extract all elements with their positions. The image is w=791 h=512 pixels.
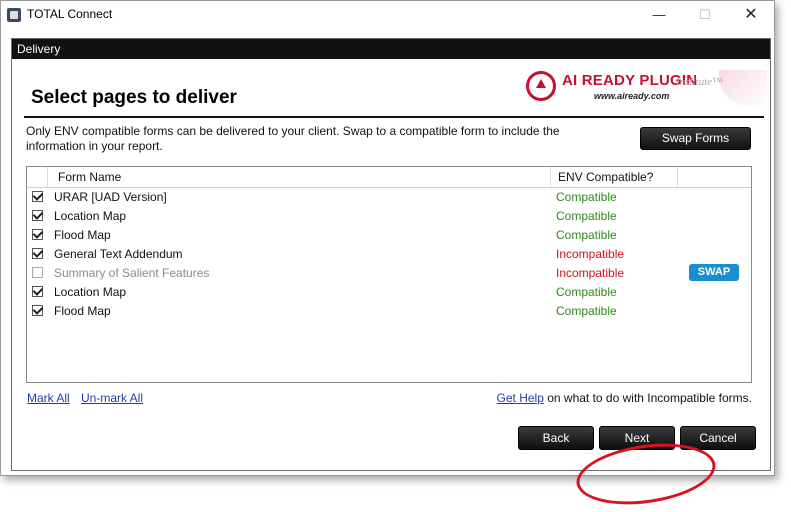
row-status: Incompatible (556, 266, 625, 280)
table-row[interactable]: Location Map Compatible (27, 283, 751, 302)
row-form-name: Location Map (54, 285, 127, 299)
row-form-name: Location Map (54, 209, 127, 223)
table-header: Form Name ENV Compatible? (27, 167, 751, 188)
maximize-icon[interactable]: ☐ (682, 1, 728, 29)
row-checkbox[interactable] (32, 267, 43, 278)
row-status: Compatible (556, 190, 617, 204)
ai-ready-plugin-logo: AI READY PLUGIN www.aiready.com Institut… (524, 70, 767, 106)
row-checkbox[interactable] (32, 210, 43, 221)
table-row[interactable]: General Text Addendum Incompatible (27, 245, 751, 264)
mark-all-link[interactable]: Mark All (27, 391, 70, 405)
appraisal-institute-seal-icon (526, 71, 556, 101)
window-title: TOTAL Connect (27, 7, 113, 21)
swap-button[interactable]: SWAP (689, 264, 739, 281)
row-status: Compatible (556, 304, 617, 318)
table-row[interactable]: Summary of Salient Features Incompatible… (27, 264, 751, 283)
row-checkbox[interactable] (32, 286, 43, 297)
cancel-button[interactable]: Cancel (680, 426, 756, 450)
back-button[interactable]: Back (518, 426, 594, 450)
row-form-name: Flood Map (54, 228, 111, 242)
column-header-env-compatible[interactable]: ENV Compatible? (552, 167, 678, 187)
delivery-dialog: Delivery Select pages to deliver AI READ… (11, 38, 771, 512)
row-checkbox[interactable] (32, 305, 43, 316)
logo-institute-text: Institute™ (676, 76, 723, 88)
info-text: Only ENV compatible forms can be deliver… (26, 124, 560, 153)
row-checkbox[interactable] (32, 229, 43, 240)
help-text: Get Help on what to do with Incompatible… (497, 391, 752, 405)
row-checkbox[interactable] (32, 191, 43, 202)
table-row[interactable]: Location Map Compatible (27, 207, 751, 226)
logo-background (719, 70, 767, 106)
forms-table: Form Name ENV Compatible? URAR [UAD Vers… (26, 166, 752, 383)
table-row[interactable]: Flood Map Compatible (27, 226, 751, 245)
row-form-name: URAR [UAD Version] (54, 190, 167, 204)
title-bar[interactable]: TOTAL Connect — ☐ ✕ (1, 1, 774, 29)
row-status: Compatible (556, 209, 617, 223)
row-status: Incompatible (556, 247, 625, 261)
unmark-all-link[interactable]: Un-mark All (81, 391, 143, 405)
dialog-header: Delivery (12, 39, 770, 59)
table-row[interactable]: URAR [UAD Version] Compatible (27, 188, 751, 207)
next-button[interactable]: Next (599, 426, 675, 450)
minimize-icon[interactable]: — (636, 1, 682, 29)
logo-url-text: www.aiready.com (594, 91, 670, 101)
app-icon (7, 8, 21, 22)
app-window: TOTAL Connect — ☐ ✕ Delivery Select page… (0, 0, 775, 512)
row-status: Compatible (556, 228, 617, 242)
row-form-name: General Text Addendum (54, 247, 183, 261)
get-help-link[interactable]: Get Help (497, 391, 544, 405)
close-icon[interactable]: ✕ (728, 1, 774, 29)
header-divider (24, 116, 764, 118)
row-checkbox[interactable] (32, 248, 43, 259)
swap-forms-button[interactable]: Swap Forms (640, 127, 751, 150)
table-row[interactable]: Flood Map Compatible (27, 302, 751, 321)
row-status: Compatible (556, 285, 617, 299)
column-header-form-name[interactable]: Form Name (48, 167, 551, 187)
page-title: Select pages to deliver (31, 87, 237, 108)
column-header-check[interactable] (27, 167, 48, 187)
help-suffix-text: on what to do with Incompatible forms. (543, 391, 752, 405)
row-form-name: Flood Map (54, 304, 111, 318)
row-form-name: Summary of Salient Features (54, 266, 210, 280)
